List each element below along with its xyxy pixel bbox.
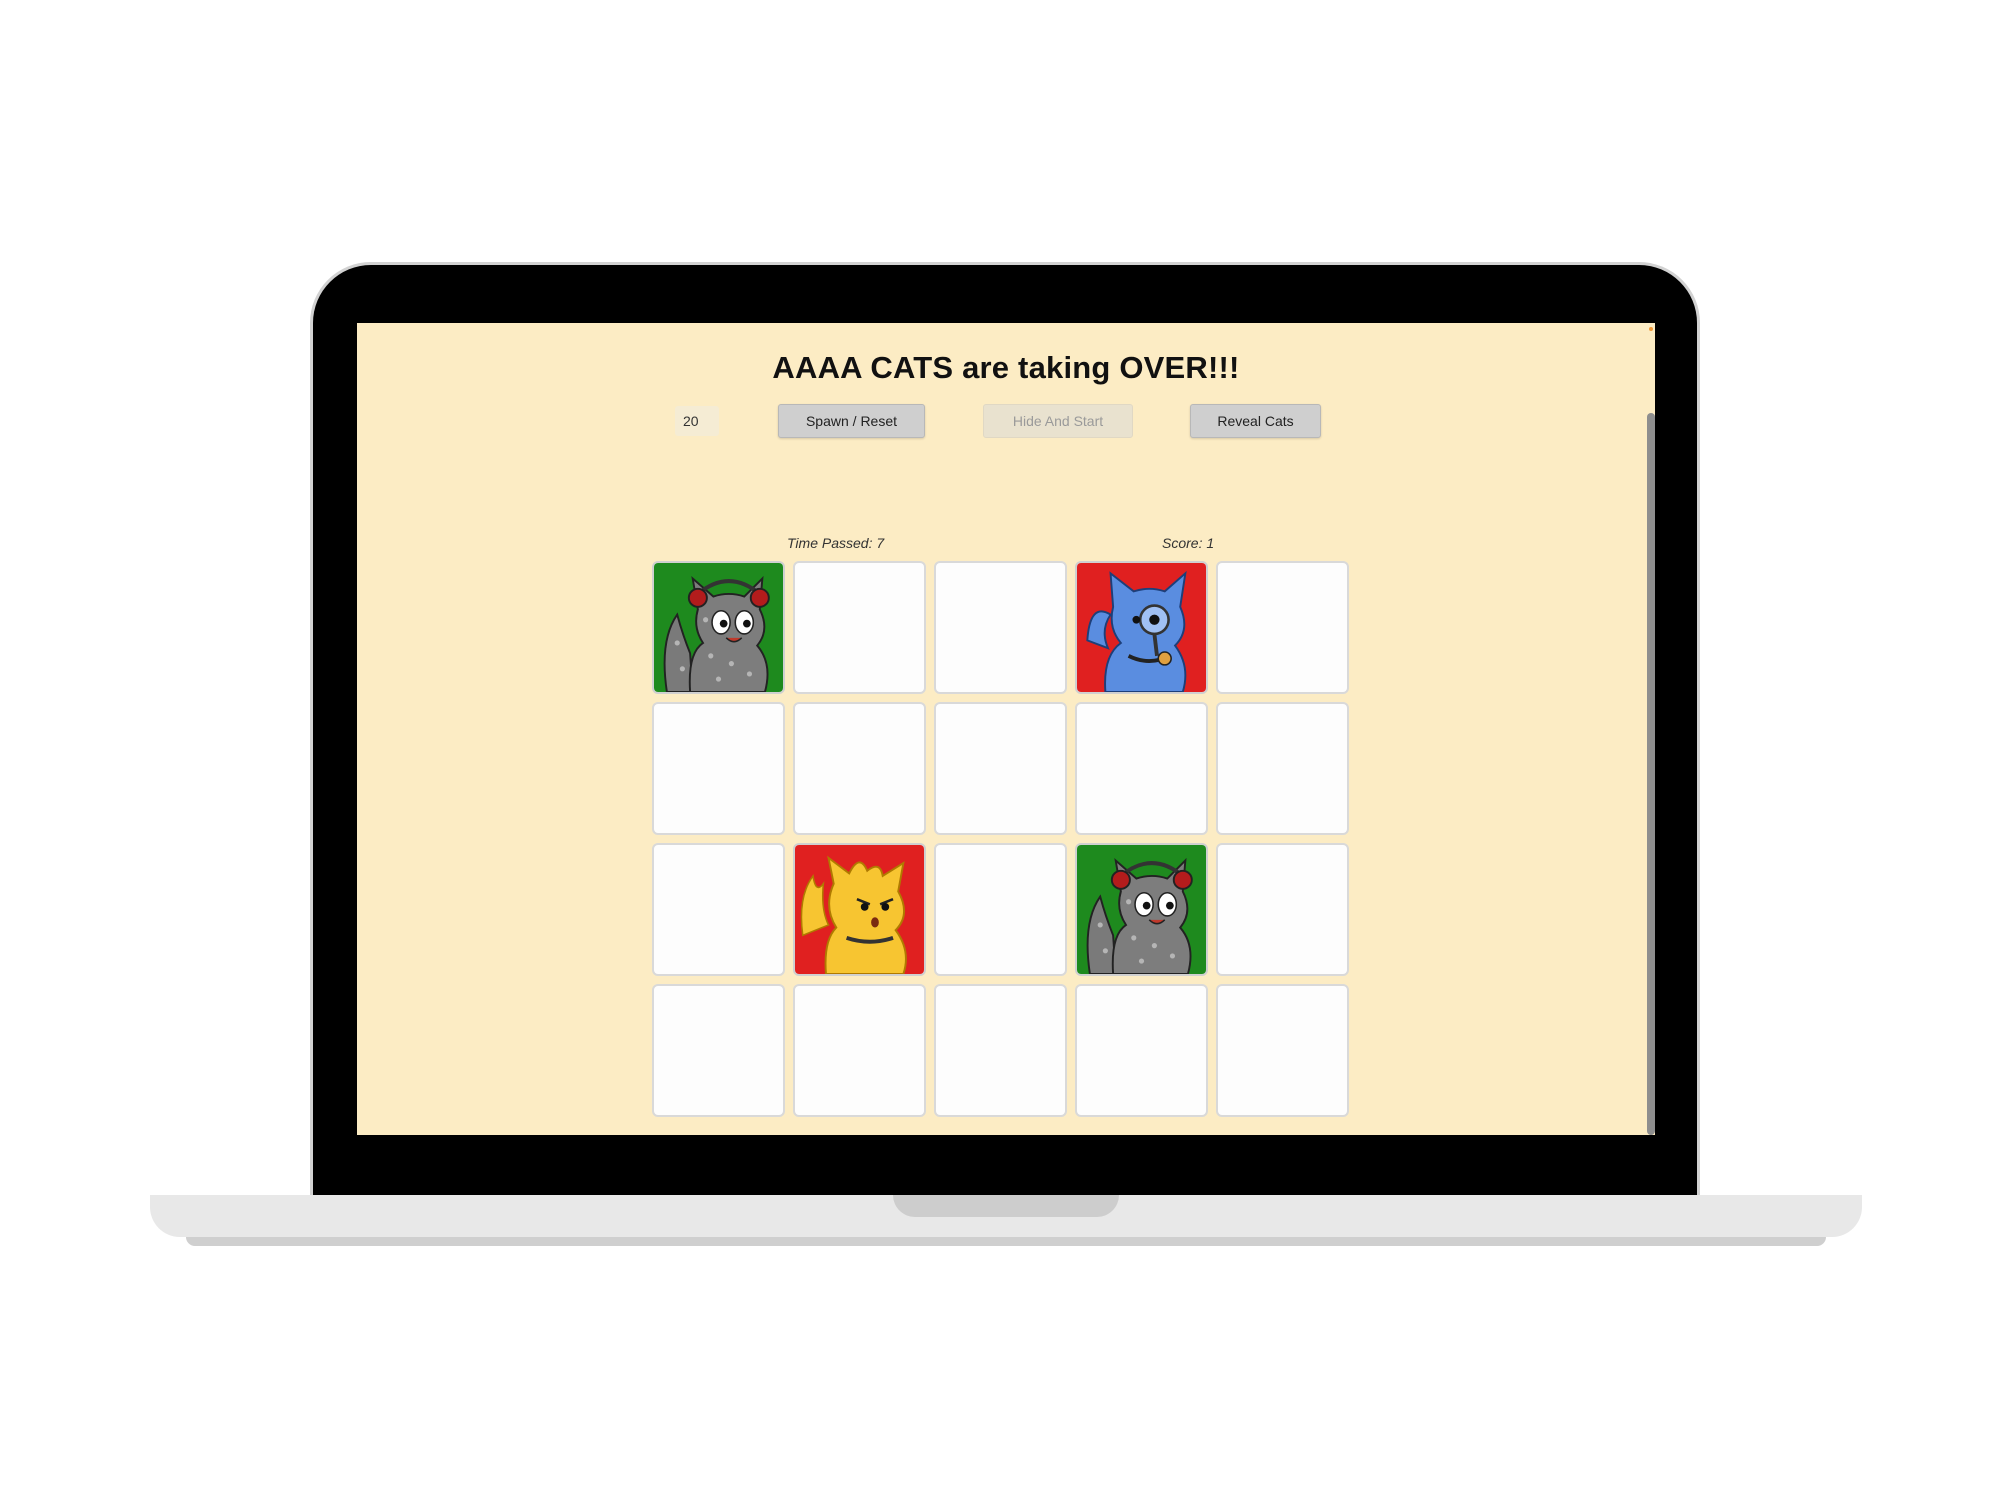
grid-cell[interactable] (1216, 984, 1349, 1117)
grid-cell[interactable] (1075, 702, 1208, 835)
grid-cell[interactable] (1075, 984, 1208, 1117)
grid-cell[interactable] (793, 702, 926, 835)
grid-cell[interactable] (934, 702, 1067, 835)
grid-cell[interactable] (652, 984, 785, 1117)
grid-cell[interactable] (1216, 843, 1349, 976)
grid-cell[interactable] (1216, 702, 1349, 835)
cat-grid (652, 561, 1349, 1117)
vertical-scrollbar[interactable] (1647, 413, 1655, 1135)
grid-cell[interactable] (934, 843, 1067, 976)
browser-viewport: AAAA CATS are taking OVER!!! Spawn / Res… (357, 323, 1655, 1135)
scroll-indicator (1649, 327, 1653, 331)
grid-cell[interactable] (793, 843, 926, 976)
laptop-base-shadow (186, 1237, 1826, 1246)
grid-cell[interactable] (934, 561, 1067, 694)
grid-cell[interactable] (793, 984, 926, 1117)
grid-cell[interactable] (1216, 561, 1349, 694)
laptop-notch (893, 1195, 1119, 1217)
spawn-reset-button[interactable]: Spawn / Reset (778, 404, 925, 438)
grid-cell[interactable] (1075, 561, 1208, 694)
control-bar: Spawn / Reset Hide And Start Reveal Cats (357, 404, 1655, 444)
grid-cell[interactable] (793, 561, 926, 694)
grid-cell[interactable] (1075, 843, 1208, 976)
page-title: AAAA CATS are taking OVER!!! (772, 350, 1240, 385)
score-label: Score: 1 (1162, 535, 1215, 551)
hide-and-start-button[interactable]: Hide And Start (983, 404, 1133, 438)
time-passed-label: Time Passed: 7 (787, 535, 885, 551)
grid-cell[interactable] (652, 561, 785, 694)
grid-cell[interactable] (934, 984, 1067, 1117)
grid-cell[interactable] (652, 702, 785, 835)
grid-cell[interactable] (652, 843, 785, 976)
cat-count-input[interactable] (675, 406, 719, 436)
reveal-cats-button[interactable]: Reveal Cats (1190, 404, 1321, 438)
